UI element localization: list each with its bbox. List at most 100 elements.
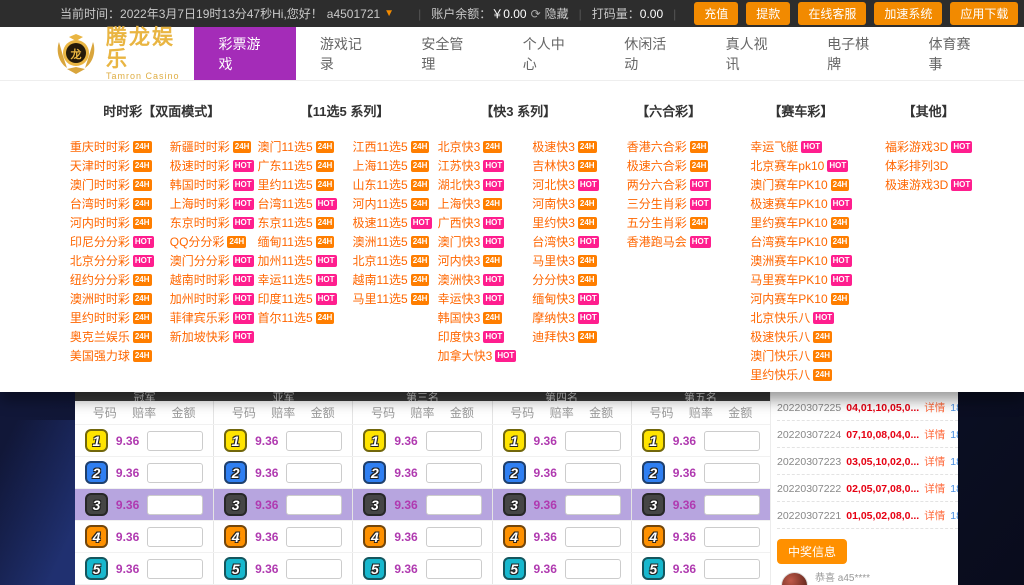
lottery-menu-item[interactable]: 五分生肖彩24H: [627, 213, 711, 232]
bet-amount-input[interactable]: [426, 463, 482, 483]
bet-amount-input[interactable]: [426, 527, 482, 547]
bet-amount-input[interactable]: [704, 431, 760, 451]
lottery-menu-item[interactable]: 福彩游戏3DHOT: [885, 137, 972, 156]
lottery-menu-item[interactable]: 马里快324H: [532, 251, 599, 270]
lottery-menu-item[interactable]: 美国强力球24H: [70, 346, 154, 365]
lottery-menu-item[interactable]: 摩纳快3HOT: [532, 308, 599, 327]
lottery-menu-item[interactable]: 里约赛车PK1024H: [750, 213, 851, 232]
record-detail-link[interactable]: 详情: [924, 454, 945, 469]
lottery-menu-item[interactable]: 韩国时时彩HOT: [170, 175, 254, 194]
lottery-menu-item[interactable]: 台湾11选5HOT: [258, 194, 337, 213]
lottery-menu-item[interactable]: 东京时时彩HOT: [170, 213, 254, 232]
lottery-menu-item[interactable]: 里约快324H: [532, 213, 599, 232]
lottery-menu-item[interactable]: 台湾赛车PK1024H: [750, 232, 851, 251]
lottery-menu-item[interactable]: QQ分分彩24H: [170, 232, 254, 251]
bet-amount-input[interactable]: [147, 527, 203, 547]
lottery-menu-item[interactable]: 澳洲快3HOT: [438, 270, 517, 289]
lottery-menu-item[interactable]: 越南时时彩HOT: [170, 270, 254, 289]
nav-item-真人视讯[interactable]: 真人视讯: [702, 27, 803, 80]
nav-item-彩票游戏[interactable]: 彩票游戏: [194, 27, 295, 80]
lottery-menu-item[interactable]: 河内快324H: [438, 251, 517, 270]
bet-amount-input[interactable]: [286, 527, 342, 547]
bet-amount-input[interactable]: [704, 463, 760, 483]
lottery-menu-item[interactable]: 澳洲11选524H: [353, 232, 432, 251]
lottery-menu-item[interactable]: 澳门分分彩HOT: [170, 251, 254, 270]
bet-amount-input[interactable]: [426, 431, 482, 451]
lottery-menu-item[interactable]: 台湾快3HOT: [532, 232, 599, 251]
lottery-menu-item[interactable]: 广东11选524H: [258, 156, 337, 175]
lottery-menu-item[interactable]: 极速快324H: [532, 137, 599, 156]
lottery-menu-item[interactable]: 澳门赛车PK1024H: [750, 175, 851, 194]
bet-amount-input[interactable]: [286, 495, 342, 515]
lottery-menu-item[interactable]: 越南11选524H: [353, 270, 432, 289]
nav-item-游戏记录[interactable]: 游戏记录: [296, 27, 397, 80]
nav-item-安全管理[interactable]: 安全管理: [397, 27, 498, 80]
bet-amount-input[interactable]: [286, 463, 342, 483]
lottery-menu-item[interactable]: 极速游戏3DHOT: [885, 175, 972, 194]
lottery-menu-item[interactable]: 极速11选5HOT: [353, 213, 432, 232]
winner-info-badge[interactable]: 中奖信息: [777, 539, 847, 564]
lottery-menu-item[interactable]: 香港六合彩24H: [627, 137, 711, 156]
lottery-menu-item[interactable]: 菲律宾乐彩HOT: [170, 308, 254, 327]
lottery-menu-item[interactable]: 加州11选5HOT: [258, 251, 337, 270]
nav-item-体育赛事[interactable]: 体育赛事: [905, 27, 1006, 80]
lottery-menu-item[interactable]: 澳门时时彩24H: [70, 175, 154, 194]
lottery-menu-item[interactable]: 澳洲时时彩24H: [70, 289, 154, 308]
bet-amount-input[interactable]: [565, 431, 621, 451]
record-detail-link[interactable]: 详情: [924, 427, 945, 442]
lottery-menu-item[interactable]: 河北快3HOT: [532, 175, 599, 194]
nav-item-个人中心[interactable]: 个人中心: [499, 27, 600, 80]
lottery-menu-item[interactable]: 澳门11选524H: [258, 137, 337, 156]
record-detail-link[interactable]: 详情: [924, 508, 945, 523]
lottery-menu-item[interactable]: 加拿大快3HOT: [438, 346, 517, 365]
lottery-menu-item[interactable]: 缅甸快3HOT: [532, 289, 599, 308]
lottery-menu-item[interactable]: 江西11选524H: [353, 137, 432, 156]
topbar-action-button[interactable]: 提款: [746, 2, 790, 25]
topbar-action-button[interactable]: 充值: [694, 2, 738, 25]
lottery-menu-item[interactable]: 幸运飞艇HOT: [750, 137, 851, 156]
bet-amount-input[interactable]: [565, 463, 621, 483]
bet-amount-input[interactable]: [147, 495, 203, 515]
record-detail-link[interactable]: 详情: [924, 400, 945, 415]
lottery-menu-item[interactable]: 两分六合彩HOT: [627, 175, 711, 194]
topbar-action-button[interactable]: 在线客服: [798, 2, 866, 25]
lottery-menu-item[interactable]: 奥克兰娱乐24H: [70, 327, 154, 346]
lottery-menu-item[interactable]: 北京11选524H: [353, 251, 432, 270]
lottery-menu-item[interactable]: 极速快乐八24H: [750, 327, 851, 346]
bet-amount-input[interactable]: [704, 527, 760, 547]
lottery-menu-item[interactable]: 台湾时时彩24H: [70, 194, 154, 213]
bet-amount-input[interactable]: [704, 495, 760, 515]
lottery-menu-item[interactable]: 广西快3HOT: [438, 213, 517, 232]
lottery-menu-item[interactable]: 极速六合彩24H: [627, 156, 711, 175]
lottery-menu-item[interactable]: 上海时时彩HOT: [170, 194, 254, 213]
lottery-menu-item[interactable]: 印度11选5HOT: [258, 289, 337, 308]
lottery-menu-item[interactable]: 里约时时彩24H: [70, 308, 154, 327]
lottery-menu-item[interactable]: 里约快乐八24H: [750, 365, 851, 384]
lottery-menu-item[interactable]: 迪拜快324H: [532, 327, 599, 346]
lottery-menu-item[interactable]: 北京快324H: [438, 137, 517, 156]
bet-amount-input[interactable]: [565, 527, 621, 547]
lottery-menu-item[interactable]: 河内时时彩24H: [70, 213, 154, 232]
bet-amount-input[interactable]: [426, 559, 482, 579]
bet-amount-input[interactable]: [147, 431, 203, 451]
lottery-menu-item[interactable]: 天津时时彩24H: [70, 156, 154, 175]
refresh-balance-icon[interactable]: ⟳: [531, 7, 541, 21]
lottery-menu-item[interactable]: 北京赛车pk10HOT: [750, 156, 851, 175]
bet-amount-input[interactable]: [286, 559, 342, 579]
bet-amount-input[interactable]: [147, 559, 203, 579]
lottery-menu-item[interactable]: 分分快324H: [532, 270, 599, 289]
topbar-action-button[interactable]: 加速系统: [874, 2, 942, 25]
topbar-action-button[interactable]: 应用下载: [950, 2, 1018, 25]
lottery-menu-item[interactable]: 北京快乐八HOT: [750, 308, 851, 327]
nav-item-休闲活动[interactable]: 休闲活动: [600, 27, 701, 80]
lottery-menu-item[interactable]: 新加坡快彩HOT: [170, 327, 254, 346]
bet-amount-input[interactable]: [147, 463, 203, 483]
lottery-menu-item[interactable]: 江苏快3HOT: [438, 156, 517, 175]
lottery-menu-item[interactable]: 澳门快3HOT: [438, 232, 517, 251]
lottery-menu-item[interactable]: 三分生肖彩HOT: [627, 194, 711, 213]
bet-amount-input[interactable]: [704, 559, 760, 579]
lottery-menu-item[interactable]: 里约11选524H: [258, 175, 337, 194]
lottery-menu-item[interactable]: 河南快324H: [532, 194, 599, 213]
bet-amount-input[interactable]: [565, 559, 621, 579]
lottery-menu-item[interactable]: 香港跑马会HOT: [627, 232, 711, 251]
